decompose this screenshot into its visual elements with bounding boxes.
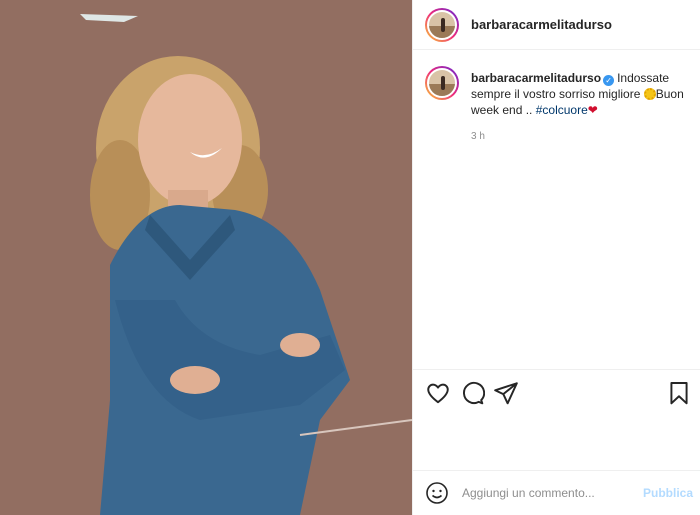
- paper-plane-icon[interactable]: [493, 380, 519, 406]
- comment-input[interactable]: [462, 486, 637, 500]
- post-sidebar: barbaracarmelitadurso barbaracarmelitadu…: [412, 0, 700, 515]
- sun-emoji-icon: [643, 88, 656, 100]
- caption-comment: barbaracarmelitadurso ✓ Indossate sempre i…: [425, 66, 695, 118]
- post-username[interactable]: barbaracarmelitadurso: [471, 17, 612, 32]
- heart-icon[interactable]: [425, 380, 451, 406]
- red-heart-emoji-icon: ❤: [587, 103, 598, 117]
- caption-avatar[interactable]: [425, 66, 459, 100]
- photo-icon: [0, 0, 412, 515]
- caption-username[interactable]: barbaracarmelitadurso: [471, 71, 601, 85]
- action-bar: [413, 369, 700, 415]
- bookmark-icon[interactable]: [666, 380, 692, 406]
- add-comment-bar: Pubblica: [413, 470, 700, 515]
- caption-text: barbaracarmelitadurso ✓ Indossate sempre i…: [471, 66, 695, 118]
- smiley-icon[interactable]: [425, 481, 449, 505]
- verified-badge-icon: ✓: [603, 75, 615, 86]
- post-header: barbaracarmelitadurso: [413, 0, 700, 50]
- comment-icon[interactable]: [459, 380, 485, 406]
- post-timestamp[interactable]: 3 h: [471, 131, 485, 142]
- avatar[interactable]: [425, 7, 459, 42]
- publish-button[interactable]: Pubblica: [643, 486, 693, 500]
- hashtag-link[interactable]: #colcuore: [536, 103, 588, 117]
- post-photo[interactable]: [0, 0, 412, 515]
